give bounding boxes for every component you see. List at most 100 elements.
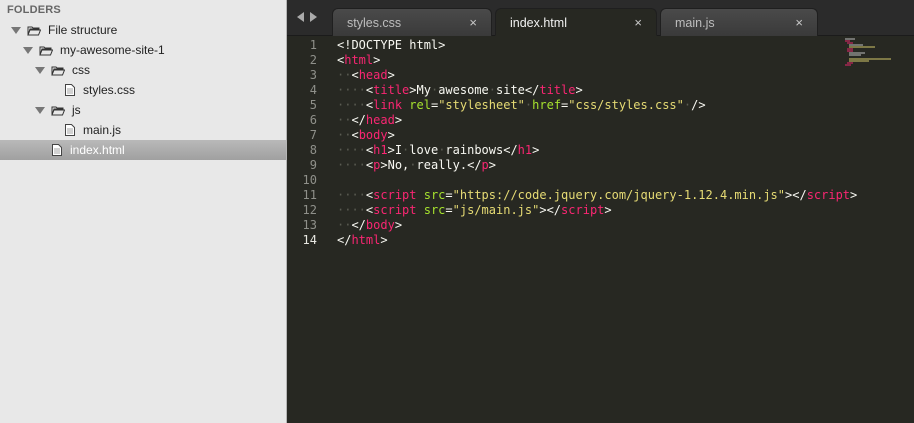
- close-icon[interactable]: ×: [634, 9, 642, 37]
- tree-item-index-html[interactable]: index.html: [0, 140, 286, 160]
- code-token: body: [358, 128, 388, 142]
- open-folder-icon: [51, 66, 65, 75]
- arrow-left-icon[interactable]: [297, 12, 304, 22]
- expand-arrow-icon[interactable]: [35, 106, 45, 114]
- code-token: rel: [409, 98, 431, 112]
- tree-item-label: css: [72, 63, 90, 77]
- code-line[interactable]: <!DOCTYPE html>: [337, 38, 445, 53]
- code-token: >: [387, 68, 395, 82]
- code-token: html: [344, 53, 374, 67]
- tree-item-label: styles.css: [83, 83, 136, 97]
- code-editor[interactable]: <!DOCTYPE html> <html> ··<head> ····<title>…: [337, 36, 857, 423]
- tree-item-styles-css[interactable]: styles.css: [0, 80, 286, 100]
- code-token: site</: [496, 83, 540, 97]
- tab-label: index.html: [510, 16, 567, 30]
- code-token: src: [423, 188, 446, 202]
- tree-item-label: my-awesome-site-1: [60, 43, 165, 57]
- sidebar: FOLDERS File structure my-awesome-site-1…: [0, 0, 287, 423]
- tab-label: styles.css: [347, 16, 402, 30]
- tab-nav-arrows: [297, 12, 317, 22]
- code-token: </: [351, 218, 366, 232]
- line-number: 8: [309, 143, 317, 157]
- open-folder-icon: [51, 106, 65, 115]
- code-line[interactable]: ····<title>My·awesome·site</title>: [337, 83, 583, 98]
- code-token: "stylesheet": [438, 98, 525, 112]
- tree-item-my-awesome-site-1[interactable]: my-awesome-site-1: [0, 40, 286, 60]
- tree-item-label: index.html: [70, 143, 125, 157]
- file-icon: [52, 144, 62, 156]
- code-token: ····: [337, 83, 366, 97]
- code-token: </: [337, 233, 352, 247]
- tree-item-file-structure[interactable]: File structure: [0, 20, 286, 40]
- code-token: body: [365, 218, 395, 232]
- tab-styles-css[interactable]: styles.css ×: [332, 8, 492, 36]
- code-line[interactable]: ··</body>: [337, 218, 402, 233]
- code-line[interactable]: ··<body>: [337, 128, 395, 143]
- arrow-right-icon[interactable]: [310, 12, 317, 22]
- code-token: script: [373, 203, 417, 217]
- code-line[interactable]: </html>: [337, 233, 388, 248]
- code-token: ····: [337, 203, 366, 217]
- tab-index-html[interactable]: index.html ×: [495, 8, 657, 36]
- code-token: rainbows</: [445, 143, 518, 157]
- code-line[interactable]: <html>: [337, 53, 380, 68]
- line-number: 1: [309, 38, 317, 52]
- code-token: ·: [409, 158, 417, 172]
- close-icon[interactable]: ×: [469, 9, 477, 37]
- code-token: link: [373, 98, 403, 112]
- code-token: "https://code.jquery.com/jquery-1.12.4.m…: [452, 188, 785, 202]
- expand-arrow-icon[interactable]: [23, 46, 33, 54]
- code-token: ····: [337, 98, 366, 112]
- code-token: href: [532, 98, 562, 112]
- line-number: 7: [309, 128, 317, 142]
- line-number: 10: [302, 173, 317, 187]
- code-token: >: [575, 83, 583, 97]
- code-token: head: [365, 113, 395, 127]
- code-token: ></: [539, 203, 562, 217]
- line-number: 5: [309, 98, 317, 112]
- tab-main-js[interactable]: main.js ×: [660, 8, 818, 36]
- code-token: =: [445, 188, 453, 202]
- file-icon: [65, 84, 75, 96]
- code-line[interactable]: ··<head>: [337, 68, 395, 83]
- tree-item-main-js[interactable]: main.js: [0, 120, 286, 140]
- code-line[interactable]: ····<link rel="stylesheet"·href="css/sty…: [337, 98, 706, 113]
- expand-arrow-icon[interactable]: [35, 66, 45, 74]
- tree-item-css[interactable]: css: [0, 60, 286, 80]
- code-token: >: [387, 128, 395, 142]
- code-line[interactable]: ··</head>: [337, 113, 402, 128]
- code-line[interactable]: ····<script src="https://code.jquery.com…: [337, 188, 857, 203]
- code-line[interactable]: ····<p>No,·really.</p>: [337, 158, 496, 173]
- code-token: </: [351, 113, 366, 127]
- code-token: ····: [337, 158, 366, 172]
- expand-arrow-icon[interactable]: [11, 26, 21, 34]
- tab-bar: styles.css × index.html × main.js ×: [287, 0, 914, 36]
- code-token: ></: [785, 188, 807, 202]
- tree-item-js[interactable]: js: [0, 100, 286, 120]
- code-token: >: [604, 203, 612, 217]
- line-number: 6: [309, 113, 317, 127]
- code-token: ··: [337, 113, 352, 127]
- code-token: <: [351, 128, 359, 142]
- minimap[interactable]: [845, 38, 895, 68]
- code-token: ····: [337, 188, 366, 202]
- code-token: <!DOCTYPE html>: [337, 38, 446, 52]
- code-token: >: [380, 233, 388, 247]
- line-number: 12: [302, 203, 317, 217]
- line-number: 13: [302, 218, 317, 232]
- line-number: 9: [309, 158, 317, 172]
- code-line[interactable]: ····<h1>I·love·rainbows</h1>: [337, 143, 539, 158]
- line-number: 11: [302, 188, 317, 202]
- code-token: html: [351, 233, 381, 247]
- code-token: ··: [337, 68, 352, 82]
- close-icon[interactable]: ×: [795, 9, 803, 37]
- code-token: >: [532, 143, 540, 157]
- tree-item-label: main.js: [83, 123, 122, 137]
- code-token: "js/main.js": [452, 203, 540, 217]
- open-folder-icon: [39, 46, 53, 55]
- code-token: h1: [517, 143, 533, 157]
- open-folder-icon: [27, 26, 41, 35]
- code-line[interactable]: ····<script src="js/main.js"></script>: [337, 203, 612, 218]
